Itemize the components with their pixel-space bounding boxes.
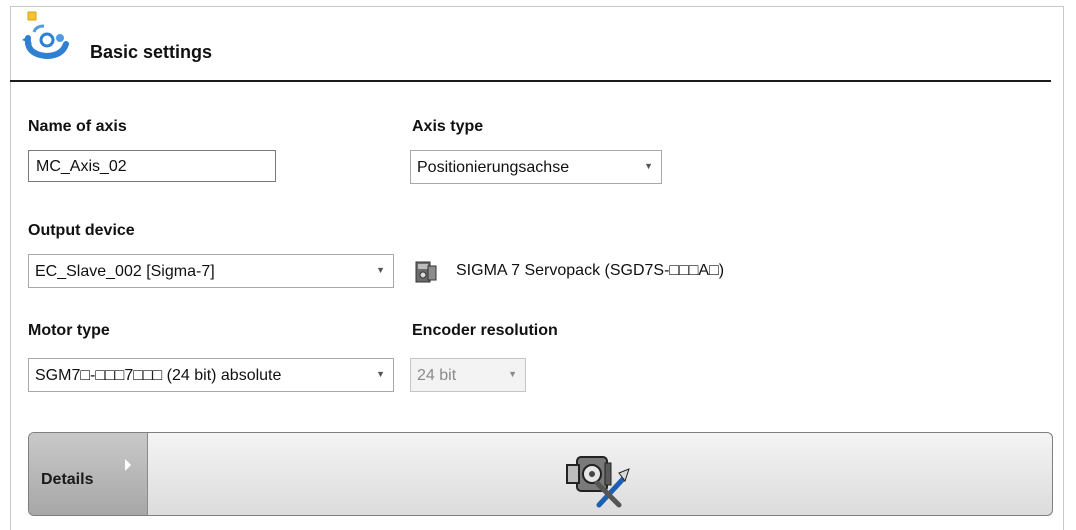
- axis-name-label: Name of axis: [28, 118, 127, 135]
- details-expander[interactable]: Details: [28, 432, 1053, 516]
- dropdown-arrow-icon: ▼: [376, 369, 385, 379]
- axis-type-label: Axis type: [412, 118, 484, 135]
- header-divider: [10, 80, 1051, 82]
- dropdown-arrow-icon: ▼: [376, 265, 385, 275]
- motor-type-value: SGM7□-□□□7□□□ (24 bit) absolute: [35, 367, 282, 384]
- details-tab[interactable]: Details: [29, 433, 148, 515]
- axis-type-dropdown[interactable]: Positionierungsachse ▼: [410, 150, 662, 184]
- settings-cycle-icon: [22, 11, 69, 60]
- details-label: Details: [41, 471, 94, 488]
- encoder-resolution-dropdown: 24 bit ▼: [410, 358, 526, 392]
- output-device-dropdown[interactable]: EC_Slave_002 [Sigma-7] ▼: [28, 254, 394, 288]
- axis-name-input[interactable]: MC_Axis_02: [28, 150, 276, 182]
- section-header: Basic settings: [10, 10, 1051, 90]
- output-device-value: EC_Slave_002 [Sigma-7]: [35, 263, 215, 280]
- dropdown-arrow-icon: ▼: [644, 161, 653, 171]
- output-device-label: Output device: [28, 222, 135, 239]
- dropdown-arrow-icon: ▼: [508, 369, 517, 379]
- encoder-resolution-value: 24 bit: [417, 367, 457, 384]
- servo-motor-tools-icon[interactable]: [559, 443, 631, 509]
- motor-type-dropdown[interactable]: SGM7□-□□□7□□□ (24 bit) absolute ▼: [28, 358, 394, 392]
- chevron-right-icon: [125, 459, 131, 471]
- axis-type-value: Positionierungsachse: [417, 159, 570, 176]
- device-description: SIGMA 7 Servopack (SGD7S-□□□A□): [456, 262, 725, 279]
- motor-type-label: Motor type: [28, 322, 110, 339]
- encoder-resolution-label: Encoder resolution: [412, 322, 558, 339]
- servopack-icon: [415, 261, 437, 283]
- page-title: Basic settings: [90, 42, 213, 62]
